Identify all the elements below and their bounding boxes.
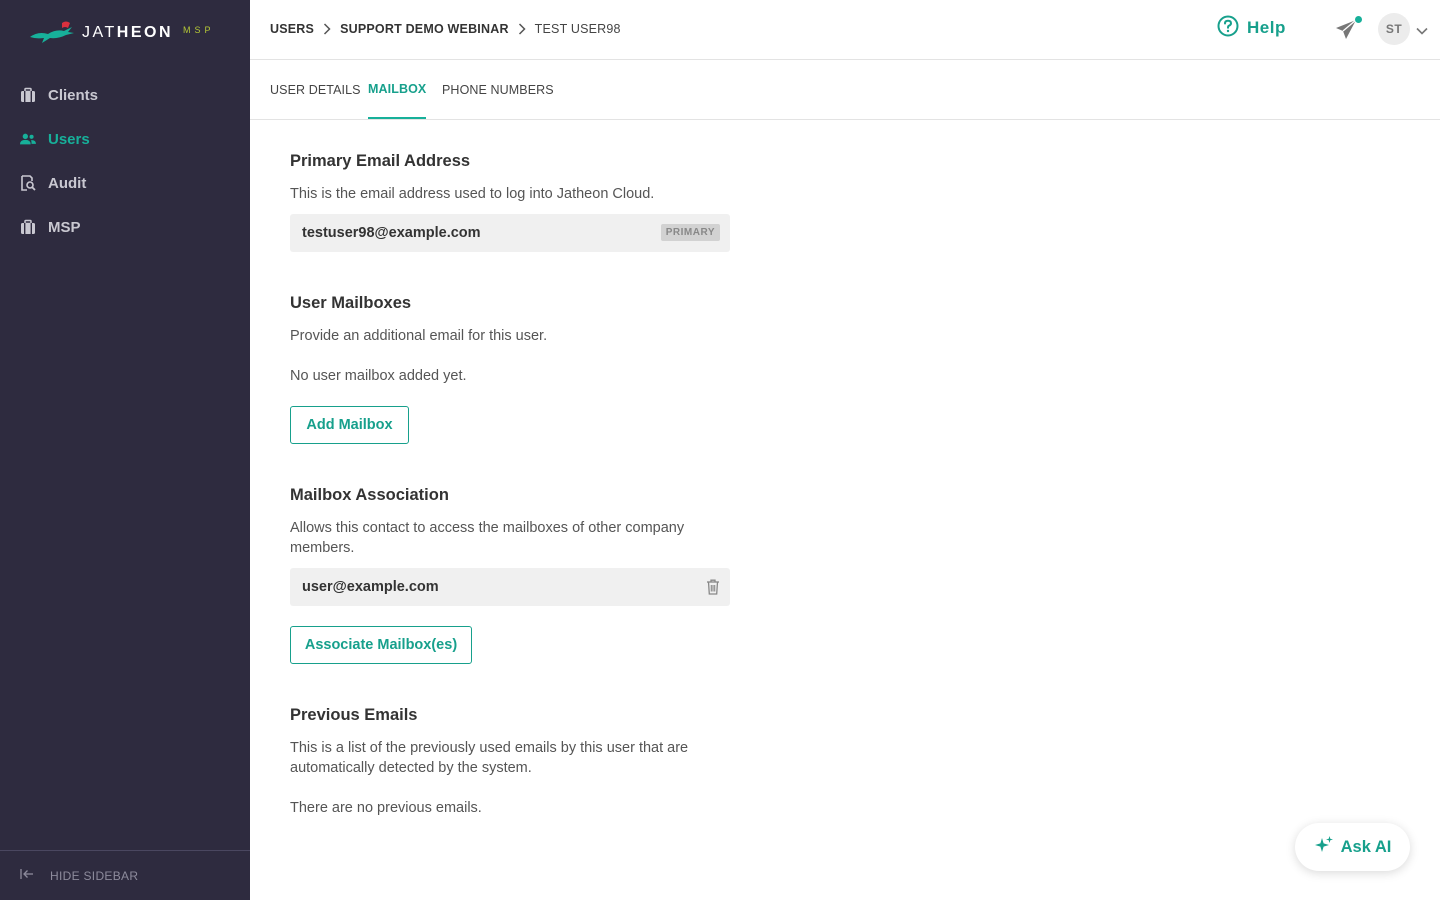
primary-email-description: This is the email address used to log in…: [290, 186, 655, 202]
associated-mailbox-row: user@example.com: [290, 568, 730, 606]
sidebar-item-label: MSP: [48, 218, 81, 236]
tab-bar: USER DETAILS MAILBOX PHONE NUMBERS: [250, 60, 1440, 120]
user-mailboxes-description: Provide an additional email for this use…: [290, 328, 548, 344]
lizard-logo-icon: [30, 21, 74, 43]
avatar[interactable]: ST: [1378, 13, 1410, 45]
primary-email-field: testuser98@example.com PRIMARY: [290, 214, 730, 252]
help-circle-icon: [1217, 15, 1239, 42]
previous-emails-description: This is a list of the previously used em…: [290, 740, 689, 776]
chevron-right-icon: [323, 22, 331, 35]
tab-user-details[interactable]: USER DETAILS: [270, 60, 361, 119]
sidebar-item-audit[interactable]: Audit: [0, 161, 250, 205]
breadcrumb-current: TEST USER98: [534, 21, 621, 36]
ask-ai-label: Ask AI: [1340, 837, 1392, 856]
user-mailboxes-empty: No user mailbox added yet.: [290, 368, 467, 384]
sidebar-item-label: Audit: [48, 174, 87, 192]
sidebar: JATHEON MSP Clients Users Audit MSP HIDE…: [0, 0, 250, 900]
breadcrumb-client[interactable]: SUPPORT DEMO WEBINAR: [340, 22, 509, 36]
chevron-right-icon: [518, 22, 526, 35]
tab-phone-numbers[interactable]: PHONE NUMBERS: [442, 60, 554, 119]
help-label: Help: [1247, 18, 1286, 37]
briefcase-icon: [20, 87, 36, 103]
mailbox-association-description: Allows this contact to access the mailbo…: [290, 520, 685, 556]
add-mailbox-button[interactable]: Add Mailbox: [290, 406, 409, 444]
sidebar-nav: Clients Users Audit MSP: [0, 73, 250, 249]
brand-suffix: MSP: [183, 25, 215, 35]
users-icon: [20, 131, 36, 147]
sidebar-item-label: Users: [48, 130, 90, 148]
sidebar-item-users[interactable]: Users: [0, 117, 250, 161]
primary-badge: PRIMARY: [660, 224, 720, 241]
briefcase-icon: [20, 219, 36, 235]
sparkle-icon: [1314, 835, 1334, 860]
top-header: USERS SUPPORT DEMO WEBINAR TEST USER98 H…: [250, 0, 1440, 60]
collapse-left-icon: [20, 867, 34, 885]
associated-mailbox-value: user@example.com: [302, 579, 439, 595]
help-button[interactable]: Help: [1217, 15, 1286, 42]
chevron-down-icon[interactable]: [1416, 22, 1428, 40]
user-mailboxes-title: User Mailboxes: [290, 294, 412, 312]
hide-sidebar-button[interactable]: HIDE SIDEBAR: [0, 850, 250, 900]
breadcrumb: USERS SUPPORT DEMO WEBINAR TEST USER98: [270, 0, 621, 57]
primary-email-value: testuser98@example.com: [302, 225, 481, 241]
sidebar-item-clients[interactable]: Clients: [0, 73, 250, 117]
previous-emails-title: Previous Emails: [290, 706, 418, 724]
announcements-button[interactable]: [1334, 16, 1362, 42]
brand-name: JATHEON: [82, 24, 173, 41]
audit-icon: [20, 175, 36, 191]
trash-icon[interactable]: [706, 579, 720, 600]
mailbox-association-title: Mailbox Association: [290, 486, 449, 504]
notification-dot: [1355, 16, 1362, 23]
breadcrumb-users[interactable]: USERS: [270, 22, 314, 36]
sidebar-item-label: Clients: [48, 86, 99, 104]
jatheon-logo[interactable]: JATHEON MSP: [28, 18, 215, 48]
ask-ai-button[interactable]: Ask AI: [1295, 823, 1410, 871]
previous-emails-empty: There are no previous emails.: [290, 800, 482, 816]
primary-email-title: Primary Email Address: [290, 152, 471, 170]
associate-mailboxes-button[interactable]: Associate Mailbox(es): [290, 626, 472, 664]
hide-sidebar-label: HIDE SIDEBAR: [50, 868, 139, 883]
sidebar-item-msp[interactable]: MSP: [0, 205, 250, 249]
tab-mailbox[interactable]: MAILBOX: [368, 60, 427, 119]
